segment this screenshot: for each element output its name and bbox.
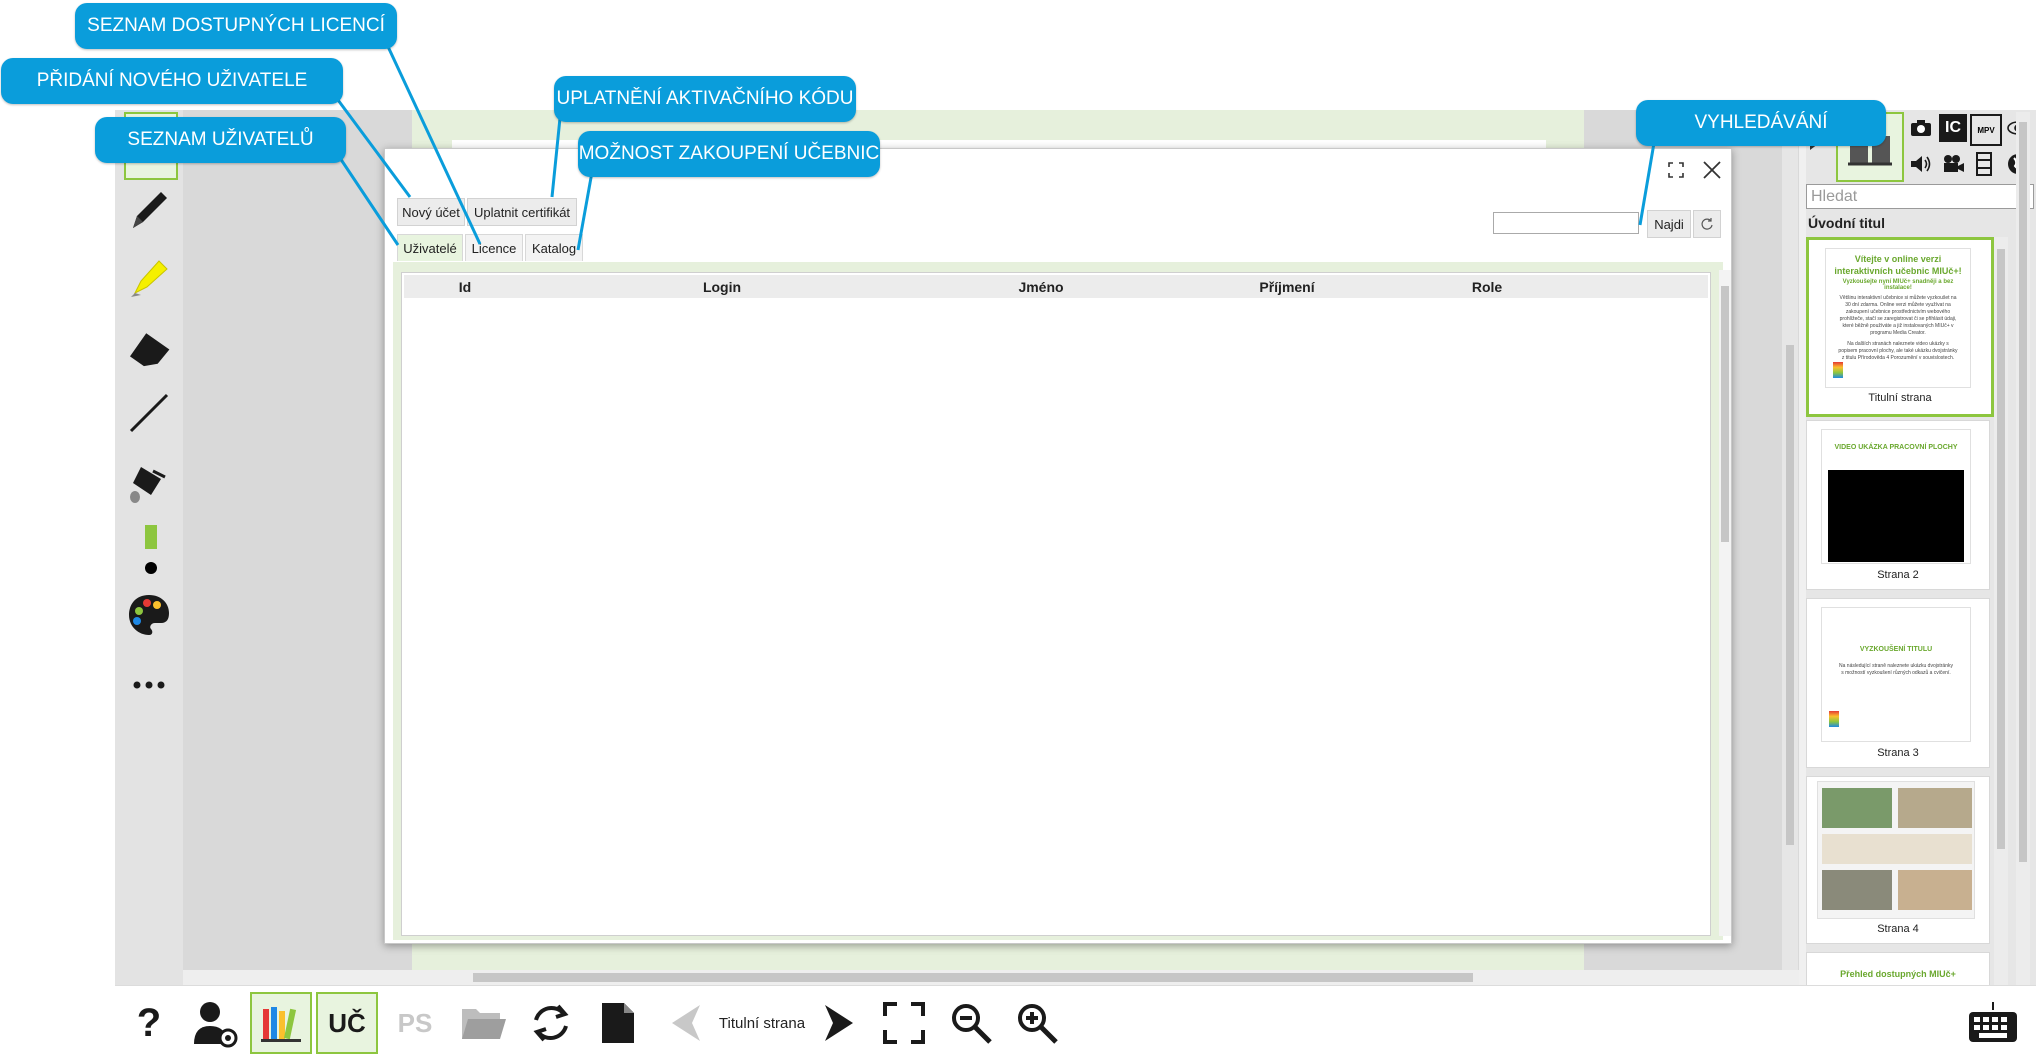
left-toolbar <box>115 110 183 985</box>
thumbnail-preview: VIDEO UKÁZKA PRACOVNÍ PLOCHY <box>1821 429 1971 564</box>
speaker-icon[interactable] <box>1907 150 1935 178</box>
zoom-in-icon[interactable] <box>1006 992 1068 1054</box>
canvas-vertical-scrollbar[interactable] <box>1782 110 1798 970</box>
uc-button[interactable]: UČ <box>316 992 378 1054</box>
scrollbar-thumb[interactable] <box>1786 345 1794 845</box>
section-title: Úvodní titul <box>1808 215 1885 231</box>
callout-activation-code: UPLATNĚNÍ AKTIVAČNÍHO KÓDU <box>554 76 856 122</box>
thumbnail-caption: Titulní strana <box>1868 392 1932 404</box>
scrollbar-thumb[interactable] <box>2019 122 2027 862</box>
logo-icon <box>1829 711 1839 727</box>
tab-users[interactable]: Uživatelé <box>397 234 463 261</box>
eraser-icon[interactable] <box>124 320 174 370</box>
column-header-last-name[interactable]: Příjmení <box>1164 275 1411 298</box>
thumbnail-heading: Přehled dostupných MIUč+ <box>1840 969 1956 979</box>
line-width-indicator[interactable] <box>145 525 157 549</box>
thumbnail-page-2[interactable]: VIDEO UKÁZKA PRACOVNÍ PLOCHY Strana 2 <box>1806 420 1990 590</box>
thumbnail-preview: Vítejte v online verzi interaktivních uč… <box>1825 248 1971 388</box>
redeem-certificate-button[interactable]: Uplatnit certifikát <box>467 198 577 226</box>
document-icon[interactable] <box>587 992 649 1054</box>
thumbnail-caption: Strana 2 <box>1877 569 1919 581</box>
scrollbar-thumb[interactable] <box>1997 249 2005 849</box>
thumbnail-search-input[interactable]: Hledat <box>1806 184 2034 209</box>
library-icon[interactable] <box>250 992 312 1054</box>
callout-search: VYHLEDÁVÁNÍ <box>1636 100 1886 146</box>
thumbnail-body-2: Na dalších stranách naleznete video ukáz… <box>1838 341 1958 361</box>
fullscreen-icon[interactable] <box>1663 157 1689 183</box>
thumbnail-page-5[interactable]: Přehled dostupných MIUč+ <box>1806 952 1990 987</box>
canvas-horizontal-scrollbar[interactable] <box>183 970 1799 985</box>
video-camera-icon[interactable] <box>1939 150 1967 178</box>
column-header-id[interactable]: Id <box>404 275 527 298</box>
table-panel: Id Login Jméno Příjmení Role <box>393 262 1731 940</box>
highlighter-icon[interactable] <box>124 252 174 302</box>
preview-photo <box>1822 870 1892 910</box>
thumbnail-subheading: Vyzkoušejte nyní MIUč+ snadněji a bez in… <box>1842 279 1954 291</box>
previous-page-icon[interactable] <box>655 992 717 1054</box>
callout-purchase: MOŽNOST ZAKOUPENÍ UČEBNIC <box>578 131 880 177</box>
thumbnail-caption: Strana 4 <box>1877 923 1919 935</box>
logo-icon <box>1833 362 1843 378</box>
camera-icon[interactable] <box>1907 114 1935 142</box>
find-button[interactable]: Najdi <box>1647 210 1691 238</box>
film-icon[interactable] <box>1970 150 1998 178</box>
thumbnail-page-1[interactable]: Vítejte v online verzi interaktivních uč… <box>1806 237 1994 417</box>
thumbnail-body: Většinu interaktivní učebnice si můžete … <box>1839 295 1957 336</box>
scrollbar-thumb[interactable] <box>473 973 1473 982</box>
scrollbar-thumb[interactable] <box>1721 286 1729 542</box>
column-header-extra[interactable] <box>1564 275 1709 298</box>
thumbnail-heading: VIDEO UKÁZKA PRACOVNÍ PLOCHY <box>1834 444 1958 451</box>
video-preview <box>1828 470 1964 562</box>
user-management-dialog: Nový účet Uplatnit certifikát Uživatelé … <box>384 148 1732 944</box>
ps-button[interactable]: PS <box>384 992 446 1054</box>
search-input[interactable] <box>1493 212 1639 234</box>
callout-add-user: PŘIDÁNÍ NOVÉHO UŽIVATELE <box>1 58 343 104</box>
next-page-icon[interactable] <box>808 992 870 1054</box>
thumbnail-caption: Strana 3 <box>1877 747 1919 759</box>
folder-icon[interactable] <box>452 992 514 1054</box>
thumbnail-page-3[interactable]: VYZKOUŠENÍ TITULU Na následující straně … <box>1806 598 1990 768</box>
tab-catalog[interactable]: Katalog <box>525 234 583 261</box>
column-header-role[interactable]: Role <box>1410 275 1565 298</box>
preview-photo <box>1898 870 1972 910</box>
thumbnail-page-4[interactable]: Strana 4 <box>1806 776 1990 944</box>
user-settings-icon[interactable] <box>184 992 246 1054</box>
right-panel-scrollbar[interactable] <box>2016 112 2030 985</box>
tab-licences[interactable]: Licence <box>465 234 523 261</box>
preview-text-block <box>1822 834 1972 864</box>
callout-users-list: SEZNAM UŽIVATELŮ <box>95 117 346 163</box>
preview-photo <box>1822 788 1892 828</box>
new-account-button[interactable]: Nový účet <box>397 198 465 226</box>
mpv-icon[interactable]: MPV <box>1970 114 2002 146</box>
table-scrollbar[interactable] <box>1719 270 1731 936</box>
pen-icon[interactable] <box>124 185 174 235</box>
thumbnail-heading: VYZKOUŠENÍ TITULU <box>1859 646 1933 653</box>
users-table: Id Login Jméno Příjmení Role <box>401 272 1711 936</box>
callout-licence-list: SEZNAM DOSTUPNÝCH LICENCÍ <box>75 3 397 49</box>
help-button[interactable]: ? <box>118 992 180 1054</box>
thumbnail-preview: VYZKOUŠENÍ TITULU Na následující straně … <box>1821 607 1971 742</box>
fullscreen-icon[interactable] <box>873 992 935 1054</box>
palette-icon[interactable] <box>124 590 174 640</box>
thumbnail-scrollbar[interactable] <box>1994 237 2008 985</box>
sync-icon[interactable] <box>520 992 582 1054</box>
zoom-out-icon[interactable] <box>940 992 1002 1054</box>
fill-bucket-icon[interactable] <box>124 456 174 506</box>
current-page-label: Titulní strana <box>718 1014 806 1032</box>
close-icon[interactable] <box>1699 157 1725 183</box>
thumbnail-heading: Vítejte v online verzi interaktivních uč… <box>1834 254 1962 276</box>
color-dot[interactable] <box>145 562 157 574</box>
keyboard-icon[interactable] <box>1962 992 2024 1054</box>
line-icon[interactable] <box>124 388 174 438</box>
refresh-icon[interactable] <box>1693 210 1721 238</box>
column-header-first-name[interactable]: Jméno <box>918 275 1165 298</box>
column-header-login[interactable]: Login <box>526 275 919 298</box>
more-icon[interactable] <box>124 660 174 710</box>
thumbnail-preview <box>1817 781 1975 919</box>
preview-photo <box>1898 788 1972 828</box>
thumbnail-body: Na následující straně naleznete ukázku d… <box>1839 663 1953 676</box>
ic-icon[interactable]: IC <box>1939 114 1967 142</box>
